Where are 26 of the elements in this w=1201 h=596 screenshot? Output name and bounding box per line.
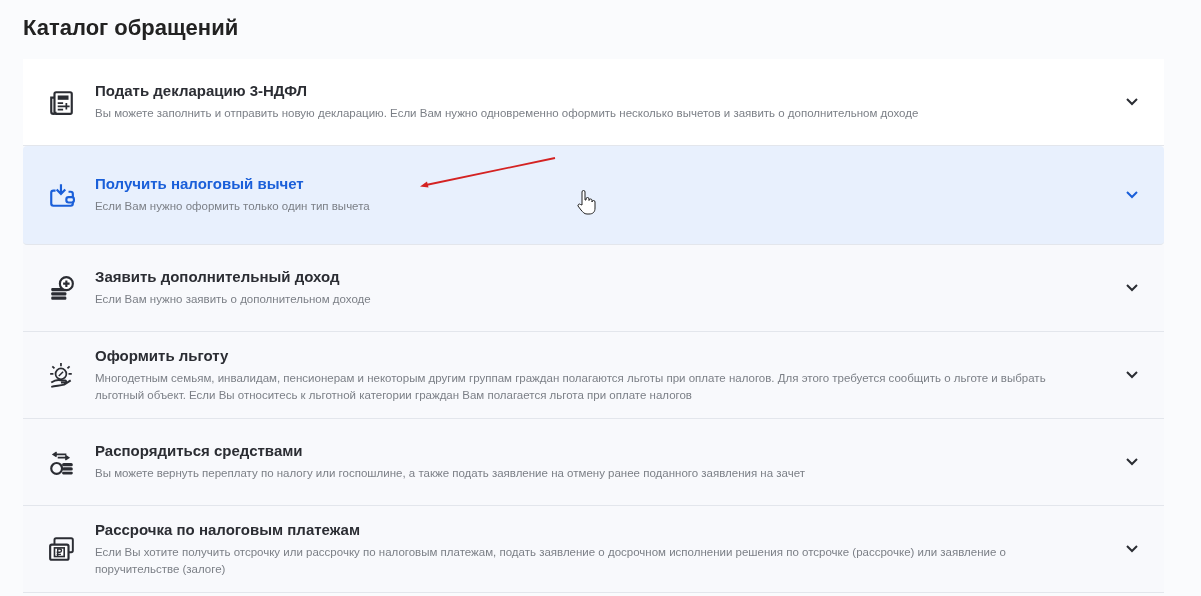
catalog-icon [48,274,75,302]
chevron-down-icon[interactable] [1125,283,1139,293]
item-title: Рассрочка по налоговым платежам [95,520,360,538]
page-title: Каталог обращений [22,14,240,42]
catalog-icon [48,181,75,209]
hand-cursor-icon [576,190,596,215]
item-title: Оформить льготу [95,346,229,364]
item-description: Если Вы хотите получить отсрочку или рассрочку по налоговым платежам, подать заявление о досрочном исполнении решения по отсрочке (рассрочке) или заявление о поручительстве (залоге) [95,544,1007,577]
chevron-down-icon[interactable] [1125,370,1139,380]
item-description: Многодетным семьям, инвалидам, пенсионерам и некоторым другим группам граждан полагаются льготы при оплате налогов. Для этого требуется сообщить о льготе и выбрать льготный объект. Если Вы относитесь к льготной категории граждан Вам полагается льгота при оплате налогов [95,370,1047,403]
chevron-down-icon[interactable] [1125,97,1139,107]
catalog-icon [48,361,75,389]
item-title: Получить налоговый вычет [95,175,304,192]
catalog-item[interactable]: Получить налоговый вычет Если Вам нужно оформить только один тип вычета [23,146,1164,245]
item-title: Распорядиться средствами [95,442,303,459]
item-description: Если Вам нужно оформить только один тип вычета [95,199,370,214]
catalog-item[interactable]: Подать декларацию 3-НДФЛ Вы можете заполнить и отправить новую декларацию. Если Вам нужно одновременно оформить несколько вычетов и заявить о дополнительном доходе [23,59,1164,146]
item-description: Если Вам нужно заявить о дополнительном доходе [95,292,371,307]
item-title: Подать декларацию 3-НДФЛ [95,82,308,99]
chevron-down-icon[interactable] [1125,457,1139,467]
item-description: Вы можете заполнить и отправить новую декларацию. Если Вам нужно одновременно оформить несколько вычетов и заявить о дополнительном доходе [95,106,919,121]
catalog-icon [48,535,75,563]
item-description: Вы можете вернуть переплату по налогу или госпошлине, а также подать заявление на отмену ранее поданного заявления на зачет [95,466,805,481]
chevron-down-icon[interactable] [1125,544,1139,554]
item-title: Заявить дополнительный доход [95,268,340,285]
catalog-icon [48,88,75,116]
